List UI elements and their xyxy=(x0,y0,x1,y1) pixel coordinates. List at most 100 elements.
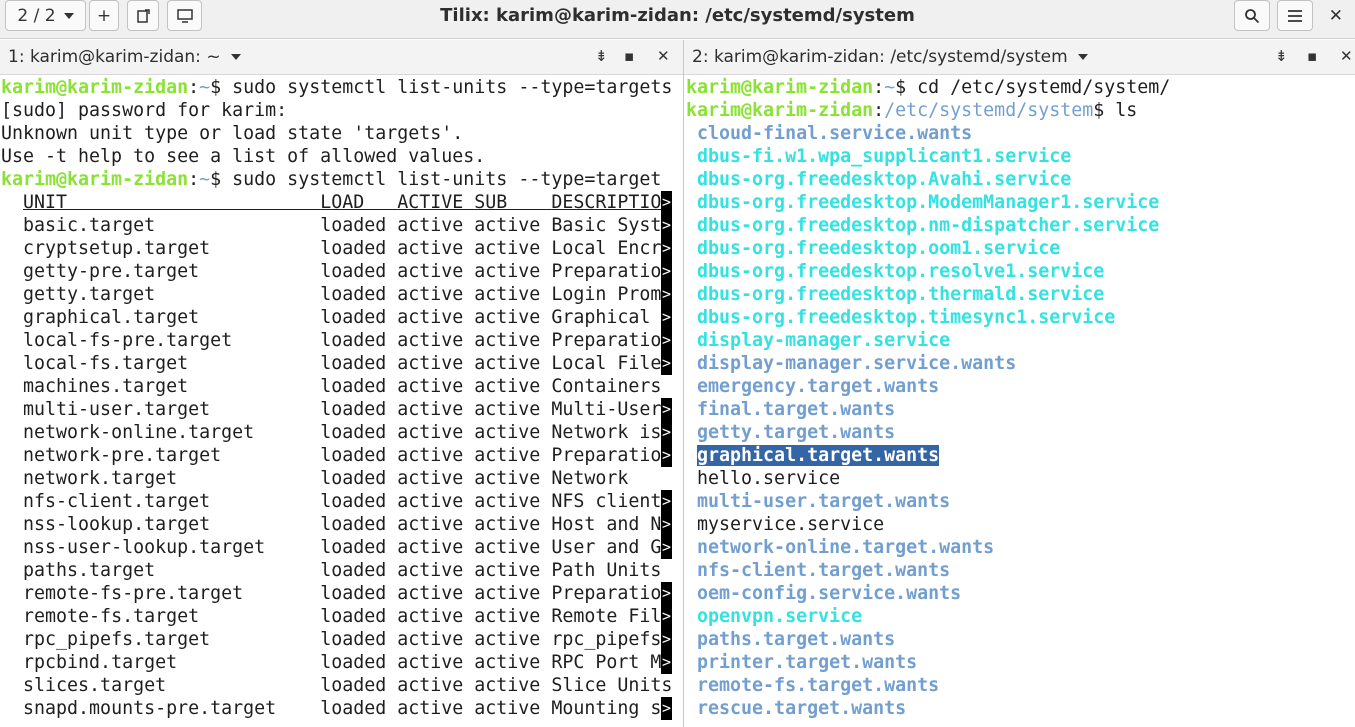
truncation-marker: > xyxy=(661,651,672,674)
pane1-title-button[interactable]: 1: karim@karim-zidan: ~ xyxy=(8,47,241,67)
command-text: $ sudo systemctl list-units --type=targe… xyxy=(210,169,662,190)
prompt-user: karim@karim-zidan xyxy=(1,77,189,98)
unit-description: NFS client xyxy=(551,491,662,512)
prompt-user: karim@karim-zidan xyxy=(686,100,874,121)
ls-entry: getty.target.wants xyxy=(686,421,1355,444)
read-only-toggle[interactable]: ⇟ xyxy=(1275,47,1288,65)
command-text: $ ls xyxy=(1093,100,1138,121)
unit-description: Local File xyxy=(551,353,662,374)
truncation-marker: > xyxy=(661,191,672,214)
load-state: loaded xyxy=(320,422,398,443)
entry-indent xyxy=(686,399,697,420)
entry-indent xyxy=(686,238,697,259)
output-text: Unknown unit type or load state 'targets… xyxy=(1,123,464,144)
row-indent xyxy=(1,537,23,558)
main-menu-button[interactable] xyxy=(1277,0,1313,31)
row-indent xyxy=(1,468,23,489)
ls-entry: nfs-client.target.wants xyxy=(686,559,1355,582)
load-state: loaded xyxy=(320,652,398,673)
load-state: loaded xyxy=(320,606,398,627)
close-pane-button[interactable]: ✕ xyxy=(1340,47,1353,65)
ls-entry: openvpn.service xyxy=(686,605,1355,628)
active-state: active xyxy=(397,537,475,558)
terminal-pane-1[interactable]: karim@karim-zidan:~$ sudo systemctl list… xyxy=(1,76,683,727)
table-row: basic.target loaded active active Basic … xyxy=(1,214,683,237)
symlink-entry: dbus-org.freedesktop.resolve1.service xyxy=(697,261,1105,282)
unit-description: Path Units xyxy=(551,560,662,581)
table-row: multi-user.target loaded active active M… xyxy=(1,398,683,421)
active-state: active xyxy=(397,399,475,420)
truncation-marker: > xyxy=(661,306,672,329)
command-text: $ cd /etc/systemd/system/ xyxy=(895,77,1171,98)
sub-state: active xyxy=(474,560,552,581)
pane1-header: 1: karim@karim-zidan: ~ ⇟ ▪ ✕ xyxy=(0,40,683,75)
lock-icon: ⇟ xyxy=(1275,47,1288,65)
close-pane-button[interactable]: ✕ xyxy=(657,47,670,65)
truncation-marker: > xyxy=(661,697,672,720)
unit-name: network-online.target xyxy=(23,422,321,443)
truncation-marker: > xyxy=(661,582,672,605)
load-state: loaded xyxy=(320,445,398,466)
entry-indent xyxy=(686,445,697,466)
symlink-entry: dbus-org.freedesktop.thermald.service xyxy=(697,284,1105,305)
load-state: loaded xyxy=(320,514,398,535)
entry-indent xyxy=(686,560,697,581)
pane2-title-button[interactable]: 2: karim@karim-zidan: /etc/systemd/syste… xyxy=(692,47,1088,67)
read-only-toggle[interactable]: ⇟ xyxy=(595,47,608,65)
unit-name: getty-pre.target xyxy=(23,261,321,282)
active-state: active xyxy=(397,261,475,282)
directory-entry: emergency.target.wants xyxy=(697,376,940,397)
unit-description: Preparatio xyxy=(551,445,662,466)
unit-description: User and G xyxy=(551,537,662,558)
load-state: loaded xyxy=(320,468,398,489)
ls-entry: emergency.target.wants xyxy=(686,375,1355,398)
active-state: active xyxy=(397,445,475,466)
table-row: nfs-client.target loaded active active N… xyxy=(1,490,683,513)
column-header-unit: UNIT xyxy=(23,192,321,213)
search-button[interactable] xyxy=(1234,0,1270,31)
active-state: active xyxy=(397,376,475,397)
prompt-separator: : xyxy=(188,169,200,190)
row-indent xyxy=(1,652,23,673)
ls-entry: remote-fs.target.wants xyxy=(686,674,1355,697)
table-row: local-fs-pre.target loaded active active… xyxy=(1,329,683,352)
maximize-pane-button[interactable]: ▪ xyxy=(1307,47,1317,65)
ls-entry: dbus-org.freedesktop.timesync1.service xyxy=(686,306,1355,329)
prompt-path: ~ xyxy=(199,77,211,98)
row-indent xyxy=(1,606,23,627)
table-row: slices.target loaded active active Slice… xyxy=(1,674,683,697)
directory-entry: paths.target.wants xyxy=(697,629,896,650)
unit-name: slices.target xyxy=(23,675,321,696)
truncation-marker: > xyxy=(661,398,672,421)
ls-entry: multi-user.target.wants xyxy=(686,490,1355,513)
active-state: active xyxy=(397,606,475,627)
maximize-icon: ▪ xyxy=(1307,47,1318,65)
window-title: Tilix: karim@karim-zidan: /etc/systemd/s… xyxy=(440,5,915,26)
maximize-pane-button[interactable]: ▪ xyxy=(624,47,634,65)
window-close-button[interactable]: ✕ xyxy=(1329,6,1343,26)
prompt-separator: : xyxy=(188,77,200,98)
ls-entry: network-online.target.wants xyxy=(686,536,1355,559)
unit-description: Network xyxy=(551,468,629,489)
command-line: karim@karim-zidan:/etc/systemd/system$ l… xyxy=(686,99,1355,122)
column-header-load: LOAD xyxy=(320,192,398,213)
table-row: snapd.mounts-pre.target loaded active ac… xyxy=(1,697,683,720)
sub-state: active xyxy=(474,376,552,397)
entry-indent xyxy=(686,284,697,305)
entry-indent xyxy=(686,376,697,397)
directory-entry: graphical.target.wants xyxy=(697,445,940,466)
truncation-marker: > xyxy=(661,237,672,260)
unit-name: cryptsetup.target xyxy=(23,238,321,259)
load-state: loaded xyxy=(320,330,398,351)
unit-name: getty.target xyxy=(23,284,321,305)
entry-indent xyxy=(686,629,697,650)
terminal-pane-2[interactable]: karim@karim-zidan:~$ cd /etc/systemd/sys… xyxy=(686,76,1355,727)
entry-indent xyxy=(686,675,697,696)
active-state: active xyxy=(397,491,475,512)
unit-description: Preparatio xyxy=(551,261,662,282)
table-row: remote-fs.target loaded active active Re… xyxy=(1,605,683,628)
ls-entry: printer.target.wants xyxy=(686,651,1355,674)
sub-state: active xyxy=(474,652,552,673)
pane-divider[interactable] xyxy=(683,40,684,727)
row-indent xyxy=(1,261,23,282)
